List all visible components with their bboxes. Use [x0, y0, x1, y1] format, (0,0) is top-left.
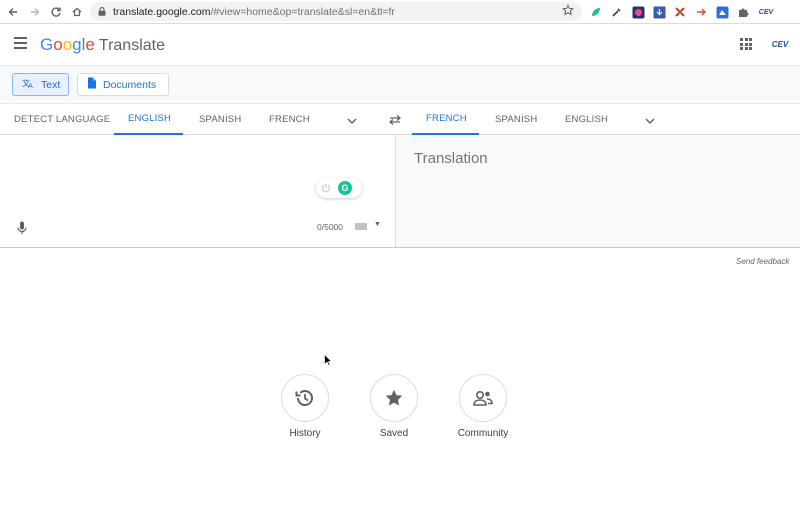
apps-grid-icon[interactable]: [740, 38, 752, 50]
product-name: Translate: [98, 37, 165, 54]
bookmark-star-icon[interactable]: [561, 4, 578, 19]
target-lang-french[interactable]: FRENCH: [412, 104, 479, 135]
source-lang-spanish[interactable]: SPANISH: [185, 104, 255, 135]
back-icon[interactable]: [2, 1, 24, 23]
grammarly-widget[interactable]: G: [316, 178, 362, 198]
address-bar[interactable]: translate.google.com/#view=home&op=trans…: [90, 2, 582, 21]
history-action[interactable]: History: [270, 374, 340, 439]
extensions-puzzle-icon[interactable]: [735, 4, 751, 20]
google-wordmark-letter: o: [53, 35, 63, 54]
history-icon[interactable]: [281, 374, 329, 422]
google-wordmark-letter: G: [40, 35, 54, 54]
translate-icon: 文A: [22, 78, 35, 92]
url-host: translate.google.com: [113, 5, 211, 18]
translation-placeholder: Translation: [414, 150, 488, 167]
extensions-bar: CEV: [588, 3, 776, 21]
send-feedback-link[interactable]: Send feedback: [736, 257, 789, 266]
extension-square-icon[interactable]: [714, 4, 730, 20]
url-path: /#view=home&op=translate&sl=en&tl=fr: [210, 5, 395, 18]
google-translate-logo[interactable]: Google Translate: [40, 35, 165, 55]
text-mode-label: Text: [41, 78, 61, 91]
source-text-panel[interactable]: G 0/5000 ▼: [0, 135, 396, 247]
star-icon[interactable]: [370, 374, 418, 422]
main-menu-icon[interactable]: [14, 37, 30, 51]
target-lang-spanish[interactable]: SPANISH: [481, 104, 551, 135]
reload-icon[interactable]: [45, 1, 67, 23]
history-label: History: [289, 428, 321, 439]
google-wordmark: Google: [40, 35, 95, 55]
source-lang-detect[interactable]: DETECT LANGUAGE: [0, 104, 124, 135]
panel-divider: [0, 247, 800, 248]
source-lang-english[interactable]: ENGLISH: [114, 104, 183, 135]
language-bar: DETECT LANGUAGE ENGLISH SPANISH FRENCH F…: [0, 104, 800, 135]
community-action[interactable]: Community: [448, 374, 518, 439]
target-lang-more-chevron-down-icon[interactable]: [644, 114, 656, 126]
source-lang-more-chevron-down-icon[interactable]: [346, 114, 358, 126]
power-icon[interactable]: [320, 182, 332, 194]
lock-icon: [98, 7, 107, 16]
source-lang-french[interactable]: FRENCH: [255, 104, 324, 135]
extension-leaf-icon[interactable]: [588, 4, 604, 20]
document-icon: [87, 77, 97, 92]
translation-panel: Translation: [396, 135, 800, 247]
home-icon[interactable]: [66, 1, 88, 23]
mouse-cursor-icon: [324, 353, 333, 366]
profile-badge[interactable]: CEV: [756, 4, 776, 20]
extension-eyedropper-icon[interactable]: [609, 4, 625, 20]
app-header: Google Translate CEV: [0, 24, 800, 66]
account-avatar[interactable]: CEV: [767, 36, 793, 52]
browser-toolbar: translate.google.com/#view=home&op=trans…: [0, 0, 800, 24]
microphone-icon[interactable]: [17, 221, 27, 235]
google-wordmark-letter: g: [72, 35, 82, 54]
extension-cross-icon[interactable]: [672, 4, 688, 20]
google-wordmark-letter: e: [85, 35, 95, 54]
extension-arrows-icon[interactable]: [693, 4, 709, 20]
extension-download-icon[interactable]: [651, 4, 667, 20]
google-wordmark-letter: o: [62, 35, 73, 54]
community-label: Community: [457, 428, 509, 439]
mode-bar: 文A Text Documents: [0, 66, 800, 104]
grammarly-icon[interactable]: G: [338, 181, 352, 195]
forward-icon[interactable]: [24, 1, 46, 23]
community-people-icon[interactable]: [459, 374, 507, 422]
keyboard-icon[interactable]: [355, 223, 367, 230]
saved-label: Saved: [379, 428, 409, 439]
svg-text:A: A: [28, 82, 33, 89]
url-text: translate.google.com/#view=home&op=trans…: [113, 6, 562, 18]
documents-mode-label: Documents: [103, 78, 157, 91]
saved-action[interactable]: Saved: [359, 374, 429, 439]
text-mode-button[interactable]: 文A Text: [12, 73, 69, 96]
character-count: 0/5000: [317, 222, 343, 232]
extension-circle-icon[interactable]: [630, 4, 646, 20]
documents-mode-button[interactable]: Documents: [77, 73, 169, 96]
target-lang-english[interactable]: ENGLISH: [551, 104, 622, 135]
input-tools-chevron-down-icon[interactable]: ▼: [374, 221, 381, 228]
swap-languages-icon[interactable]: [387, 113, 403, 127]
